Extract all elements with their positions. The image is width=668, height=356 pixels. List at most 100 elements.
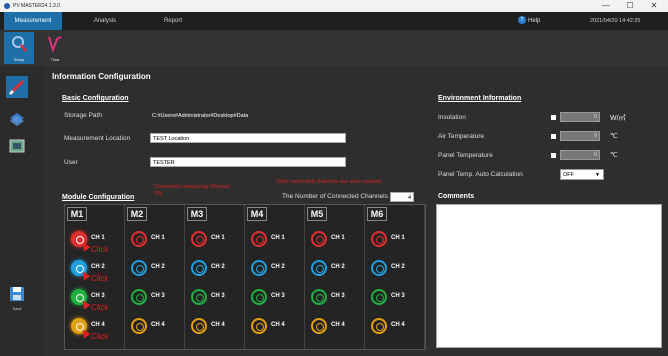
setup-icon bbox=[12, 36, 27, 52]
channel-toggle[interactable] bbox=[311, 231, 327, 247]
channel-label: CH 2 bbox=[331, 264, 345, 270]
tab-measurement[interactable]: Measurement bbox=[4, 12, 62, 30]
module-label: M6 bbox=[367, 207, 387, 221]
air-temp-checkbox[interactable] bbox=[551, 134, 556, 139]
channel-toggle[interactable] bbox=[251, 260, 267, 276]
channel-toggle[interactable] bbox=[371, 318, 387, 334]
maximize-button[interactable]: ☐ bbox=[620, 0, 640, 12]
channel-label: CH 4 bbox=[271, 322, 285, 328]
page-title: Information Configuration bbox=[52, 72, 151, 81]
time-button[interactable]: Time bbox=[40, 32, 70, 64]
channel-label: CH 1 bbox=[391, 235, 405, 241]
channel-label: CH 2 bbox=[391, 264, 405, 270]
location-label: Measurement Location bbox=[64, 135, 131, 142]
channel-label: CH 4 bbox=[391, 322, 405, 328]
auto-count-note: Total connected channels are auto-counte… bbox=[276, 179, 382, 185]
setup-button[interactable]: Setup bbox=[4, 32, 34, 64]
channel-toggle[interactable] bbox=[251, 289, 267, 305]
channel-label: CH 3 bbox=[211, 293, 225, 299]
num-channels-label: The Number of Connected Channels bbox=[282, 193, 388, 200]
sidebar-item-panels[interactable] bbox=[9, 110, 25, 126]
save-button[interactable] bbox=[9, 286, 25, 302]
channel-label: CH 3 bbox=[91, 293, 105, 299]
module-config-heading: Module Configuration bbox=[62, 194, 135, 201]
help-button[interactable]: ? Help bbox=[518, 12, 540, 30]
environment-heading: Environment Information bbox=[438, 95, 522, 102]
location-input[interactable]: TEST Location bbox=[150, 133, 346, 143]
comments-heading: Comments bbox=[438, 193, 475, 200]
click-hint: Click bbox=[91, 332, 109, 341]
channel-toggle[interactable] bbox=[251, 231, 267, 247]
panel-temp-label: Panel Temperature bbox=[438, 152, 493, 159]
save-icon bbox=[10, 287, 24, 301]
channel-toggle[interactable] bbox=[191, 318, 207, 334]
click-hint: Click bbox=[91, 303, 109, 312]
num-channels-input[interactable]: 4 bbox=[390, 192, 414, 202]
time-label: Time bbox=[50, 57, 60, 62]
insolation-checkbox[interactable] bbox=[551, 115, 556, 120]
auto-calc-select[interactable]: OFF ▼ bbox=[560, 169, 604, 180]
channel-toggle[interactable] bbox=[251, 318, 267, 334]
title-bar: PV MASTER24 1.3.0 — ☐ ✕ bbox=[0, 0, 668, 12]
ribbon: Setup Time bbox=[0, 30, 668, 66]
channel-label: CH 1 bbox=[151, 235, 165, 241]
channel-toggle[interactable] bbox=[191, 289, 207, 305]
solar-panels-icon bbox=[10, 113, 24, 126]
panel-temp-checkbox[interactable] bbox=[551, 153, 556, 158]
insolation-label: Insolation bbox=[438, 114, 466, 121]
channel-toggle[interactable] bbox=[371, 260, 387, 276]
channel-toggle[interactable] bbox=[311, 289, 327, 305]
channel-toggle[interactable] bbox=[191, 260, 207, 276]
auto-calc-label: Panel Temp. Auto Calculation bbox=[438, 171, 523, 178]
close-button[interactable]: ✕ bbox=[644, 0, 664, 12]
click-hint: Click bbox=[91, 274, 109, 283]
insolation-unit: W/㎡ bbox=[610, 115, 626, 122]
channel-label: CH 2 bbox=[151, 264, 165, 270]
channel-label: CH 1 bbox=[211, 235, 225, 241]
storage-path-label: Storage Path bbox=[64, 112, 102, 119]
click-hint: Click bbox=[91, 245, 109, 254]
channel-label: CH 3 bbox=[151, 293, 165, 299]
air-temp-input[interactable]: 0 bbox=[560, 131, 600, 141]
window-title: PV MASTER24 1.3.0 bbox=[13, 3, 60, 9]
channel-label: CH 4 bbox=[331, 322, 345, 328]
channel-toggle[interactable] bbox=[131, 289, 147, 305]
storage-path-value[interactable]: C:#Users#Administrator#Desktop#Data bbox=[152, 113, 248, 119]
channel-toggle[interactable] bbox=[371, 231, 387, 247]
channel-toggle[interactable] bbox=[131, 318, 147, 334]
chevron-down-icon: ▼ bbox=[595, 172, 600, 178]
sidebar-item-info-config[interactable] bbox=[6, 76, 28, 98]
panel-temp-input[interactable]: 0 bbox=[560, 150, 600, 160]
channel-label: CH 1 bbox=[271, 235, 285, 241]
minimize-button[interactable]: — bbox=[596, 0, 616, 12]
channel-label: CH 3 bbox=[391, 293, 405, 299]
channel-label: CH 2 bbox=[211, 264, 225, 270]
user-input[interactable]: TESTER bbox=[150, 157, 346, 167]
channel-label: CH 2 bbox=[91, 264, 105, 270]
module-label: M5 bbox=[307, 207, 327, 221]
insolation-input[interactable]: 0 bbox=[560, 112, 600, 122]
channel-toggle[interactable] bbox=[131, 260, 147, 276]
channel-toggle[interactable] bbox=[191, 231, 207, 247]
module-column: M1 CH 1 Click CH 2 Click CH 3 Click CH 4 Click bbox=[65, 205, 125, 351]
help-icon: ? bbox=[518, 16, 526, 25]
module-column: M5 CH 1 CH 2 CH 3 CH 4 bbox=[305, 205, 365, 351]
channel-toggle[interactable] bbox=[311, 318, 327, 334]
panel-temp-unit: ℃ bbox=[610, 152, 618, 159]
left-sidebar: Save bbox=[0, 66, 34, 356]
app-logo-icon bbox=[4, 3, 10, 9]
comments-textarea[interactable] bbox=[436, 204, 662, 348]
module-label: M1 bbox=[67, 207, 87, 221]
channel-toggle[interactable] bbox=[311, 260, 327, 276]
air-temp-unit: ℃ bbox=[610, 133, 618, 140]
tab-report[interactable]: Report bbox=[148, 12, 198, 30]
tab-analysis[interactable]: Analysis bbox=[80, 12, 130, 30]
channel-toggle[interactable] bbox=[131, 231, 147, 247]
pen-icon bbox=[8, 79, 25, 96]
basic-config-heading: Basic Configuration bbox=[62, 95, 129, 102]
module-column: M3 CH 1 CH 2 CH 3 CH 4 bbox=[185, 205, 245, 351]
sidebar-item-device[interactable] bbox=[9, 138, 25, 154]
setup-label: Setup bbox=[13, 57, 25, 62]
device-icon bbox=[9, 139, 25, 153]
channel-toggle[interactable] bbox=[371, 289, 387, 305]
